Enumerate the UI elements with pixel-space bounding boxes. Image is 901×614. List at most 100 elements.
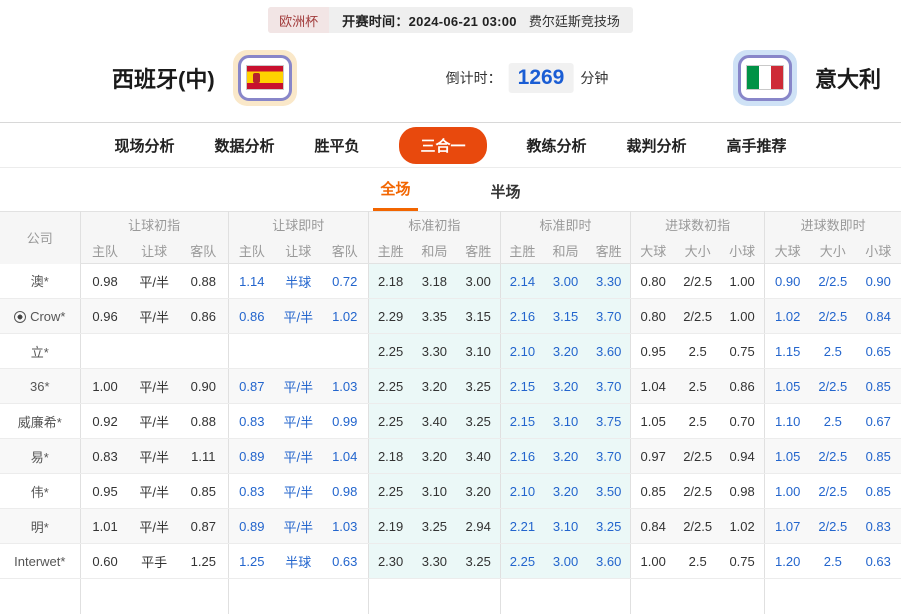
odds-cell: 1.15 <box>765 334 810 369</box>
nav-tab-3[interactable]: 胜平负 <box>314 135 359 156</box>
odds-cell: 3.30 <box>412 334 456 369</box>
sub-column-header: 大小 <box>810 238 855 264</box>
odds-cell: 1.03 <box>322 509 369 544</box>
odds-cell: 3.20 <box>544 369 587 404</box>
odds-cell: 1.00 <box>720 264 765 299</box>
odds-cell: 平/半 <box>275 299 322 334</box>
odds-cell: 0.88 <box>179 264 228 299</box>
subtab-1[interactable]: 全场 <box>373 178 417 211</box>
odds-cell: 1.04 <box>631 369 676 404</box>
table-row: Interwet*0.60平手1.251.25半球0.632.303.303.2… <box>0 544 901 579</box>
odds-cell: 1.00 <box>720 299 765 334</box>
odds-cell: 2.29 <box>368 299 412 334</box>
odds-cell: 2/2.5 <box>810 264 855 299</box>
odds-cell: 1.05 <box>765 369 810 404</box>
sub-column-header: 主胜 <box>368 238 412 264</box>
odds-cell: 0.85 <box>855 439 901 474</box>
odds-cell: 0.98 <box>720 474 765 509</box>
countdown: 倒计时： 1269 分钟 <box>446 63 609 93</box>
odds-cell: 0.90 <box>765 264 810 299</box>
odds-cell <box>631 579 676 614</box>
company-cell[interactable]: 36* <box>0 369 80 404</box>
odds-cell: 2.16 <box>500 439 543 474</box>
nav-tab-2[interactable]: 数据分析 <box>214 135 274 156</box>
odds-cell <box>765 579 810 614</box>
sub-column-header: 让球 <box>275 238 322 264</box>
countdown-value: 1269 <box>509 63 574 93</box>
odds-cell: 3.10 <box>544 509 587 544</box>
odds-cell: 2.14 <box>500 264 543 299</box>
odds-cell: 平/半 <box>275 509 322 544</box>
nav-tab-4[interactable]: 三合一 <box>399 127 486 164</box>
odds-cell: 0.86 <box>720 369 765 404</box>
odds-cell: 1.03 <box>322 369 369 404</box>
company-cell[interactable]: 明* <box>0 509 80 544</box>
odds-cell: 1.05 <box>765 439 810 474</box>
company-cell[interactable]: Crow* <box>0 299 80 334</box>
odds-cell: 3.15 <box>544 299 587 334</box>
odds-cell: 2.25 <box>368 474 412 509</box>
company-cell[interactable]: 澳* <box>0 264 80 299</box>
company-cell[interactable]: 伟* <box>0 474 80 509</box>
odds-cell: 0.85 <box>855 474 901 509</box>
subtab-2[interactable]: 半场 <box>484 181 528 211</box>
odds-cell: 2.21 <box>500 509 543 544</box>
odds-cell: 0.89 <box>228 439 275 474</box>
odds-cell: 1.25 <box>179 544 228 579</box>
odds-cell: 平/半 <box>129 299 178 334</box>
away-flag-frame <box>733 50 797 106</box>
company-cell[interactable]: 威廉希* <box>0 404 80 439</box>
company-cell[interactable]: Interwet* <box>0 544 80 579</box>
odds-cell <box>322 579 369 614</box>
odds-cell: 2/2.5 <box>810 509 855 544</box>
group-header: 标准即时 <box>500 212 630 238</box>
odds-cell <box>456 579 500 614</box>
table-row-cutoff <box>0 579 901 614</box>
odds-cell: 2.18 <box>368 264 412 299</box>
sub-column-header: 小球 <box>855 238 901 264</box>
home-flag-frame <box>233 50 297 106</box>
odds-cell: 3.35 <box>412 299 456 334</box>
venue-name: 费尔廷斯竞技场 <box>525 7 633 33</box>
table-row: 伟*0.95平/半0.850.83平/半0.982.253.103.202.10… <box>0 474 901 509</box>
odds-cell: 2.16 <box>500 299 543 334</box>
odds-cell: 0.83 <box>855 509 901 544</box>
company-cell[interactable]: 易* <box>0 439 80 474</box>
odds-cell: 3.25 <box>412 509 456 544</box>
odds-cell: 0.87 <box>179 509 228 544</box>
odds-cell: 3.30 <box>587 264 630 299</box>
nav-tab-5[interactable]: 教练分析 <box>527 135 587 156</box>
odds-cell: 0.86 <box>228 299 275 334</box>
odds-cell: 3.50 <box>587 474 630 509</box>
nav-tab-1[interactable]: 现场分析 <box>114 135 174 156</box>
analysis-nav: 现场分析 数据分析 胜平负 三合一 教练分析 裁判分析 高手推荐 <box>0 123 901 168</box>
odds-cell: 3.20 <box>544 474 587 509</box>
odds-cell: 3.30 <box>412 544 456 579</box>
odds-cell: 0.63 <box>855 544 901 579</box>
league-badge[interactable]: 欧洲杯 <box>268 7 329 33</box>
odds-cell: 2.5 <box>675 334 720 369</box>
odds-cell: 1.01 <box>80 509 129 544</box>
countdown-unit: 分钟 <box>580 68 608 88</box>
nav-tab-6[interactable]: 裁判分析 <box>627 135 687 156</box>
odds-cell: 2.5 <box>810 404 855 439</box>
odds-cell: 2/2.5 <box>675 509 720 544</box>
odds-cell: 0.65 <box>855 334 901 369</box>
odds-cell: 半球 <box>275 264 322 299</box>
odds-cell: 0.84 <box>855 299 901 334</box>
odds-cell: 0.86 <box>179 299 228 334</box>
nav-tab-7[interactable]: 高手推荐 <box>727 135 787 156</box>
odds-cell: 0.83 <box>80 439 129 474</box>
odds-cell: 2/2.5 <box>810 299 855 334</box>
odds-cell: 2/2.5 <box>810 439 855 474</box>
group-header: 让球即时 <box>228 212 368 238</box>
football-icon <box>14 311 26 323</box>
odds-cell: 1.20 <box>765 544 810 579</box>
sub-column-header: 客队 <box>179 238 228 264</box>
odds-cell: 1.05 <box>631 404 676 439</box>
odds-cell: 2.15 <box>500 369 543 404</box>
odds-cell <box>129 579 178 614</box>
odds-cell: 2.5 <box>810 334 855 369</box>
company-cell[interactable]: 立* <box>0 334 80 369</box>
odds-cell: 0.83 <box>228 404 275 439</box>
